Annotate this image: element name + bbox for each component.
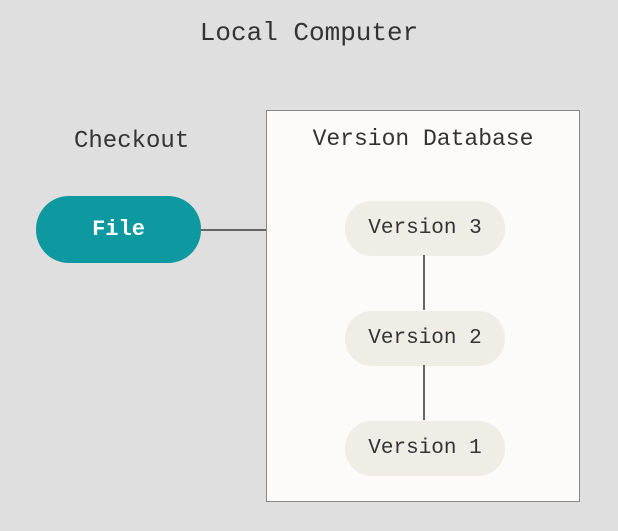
version-node-2: Version 2 [345,311,505,366]
checkout-label: Checkout [74,128,189,155]
version-node-1: Version 1 [345,421,505,476]
version-node-3: Version 3 [345,201,505,256]
version-node-label: Version 2 [368,327,481,350]
diagram-title: Local Computer [0,18,618,48]
version-node-label: Version 3 [368,217,481,240]
version-node-label: Version 1 [368,437,481,460]
file-node: File [36,196,201,263]
connector-version2-to-version1 [423,365,425,420]
connector-version3-to-version2 [423,255,425,310]
file-node-label: File [92,217,145,242]
version-database-label: Version Database [267,126,579,152]
